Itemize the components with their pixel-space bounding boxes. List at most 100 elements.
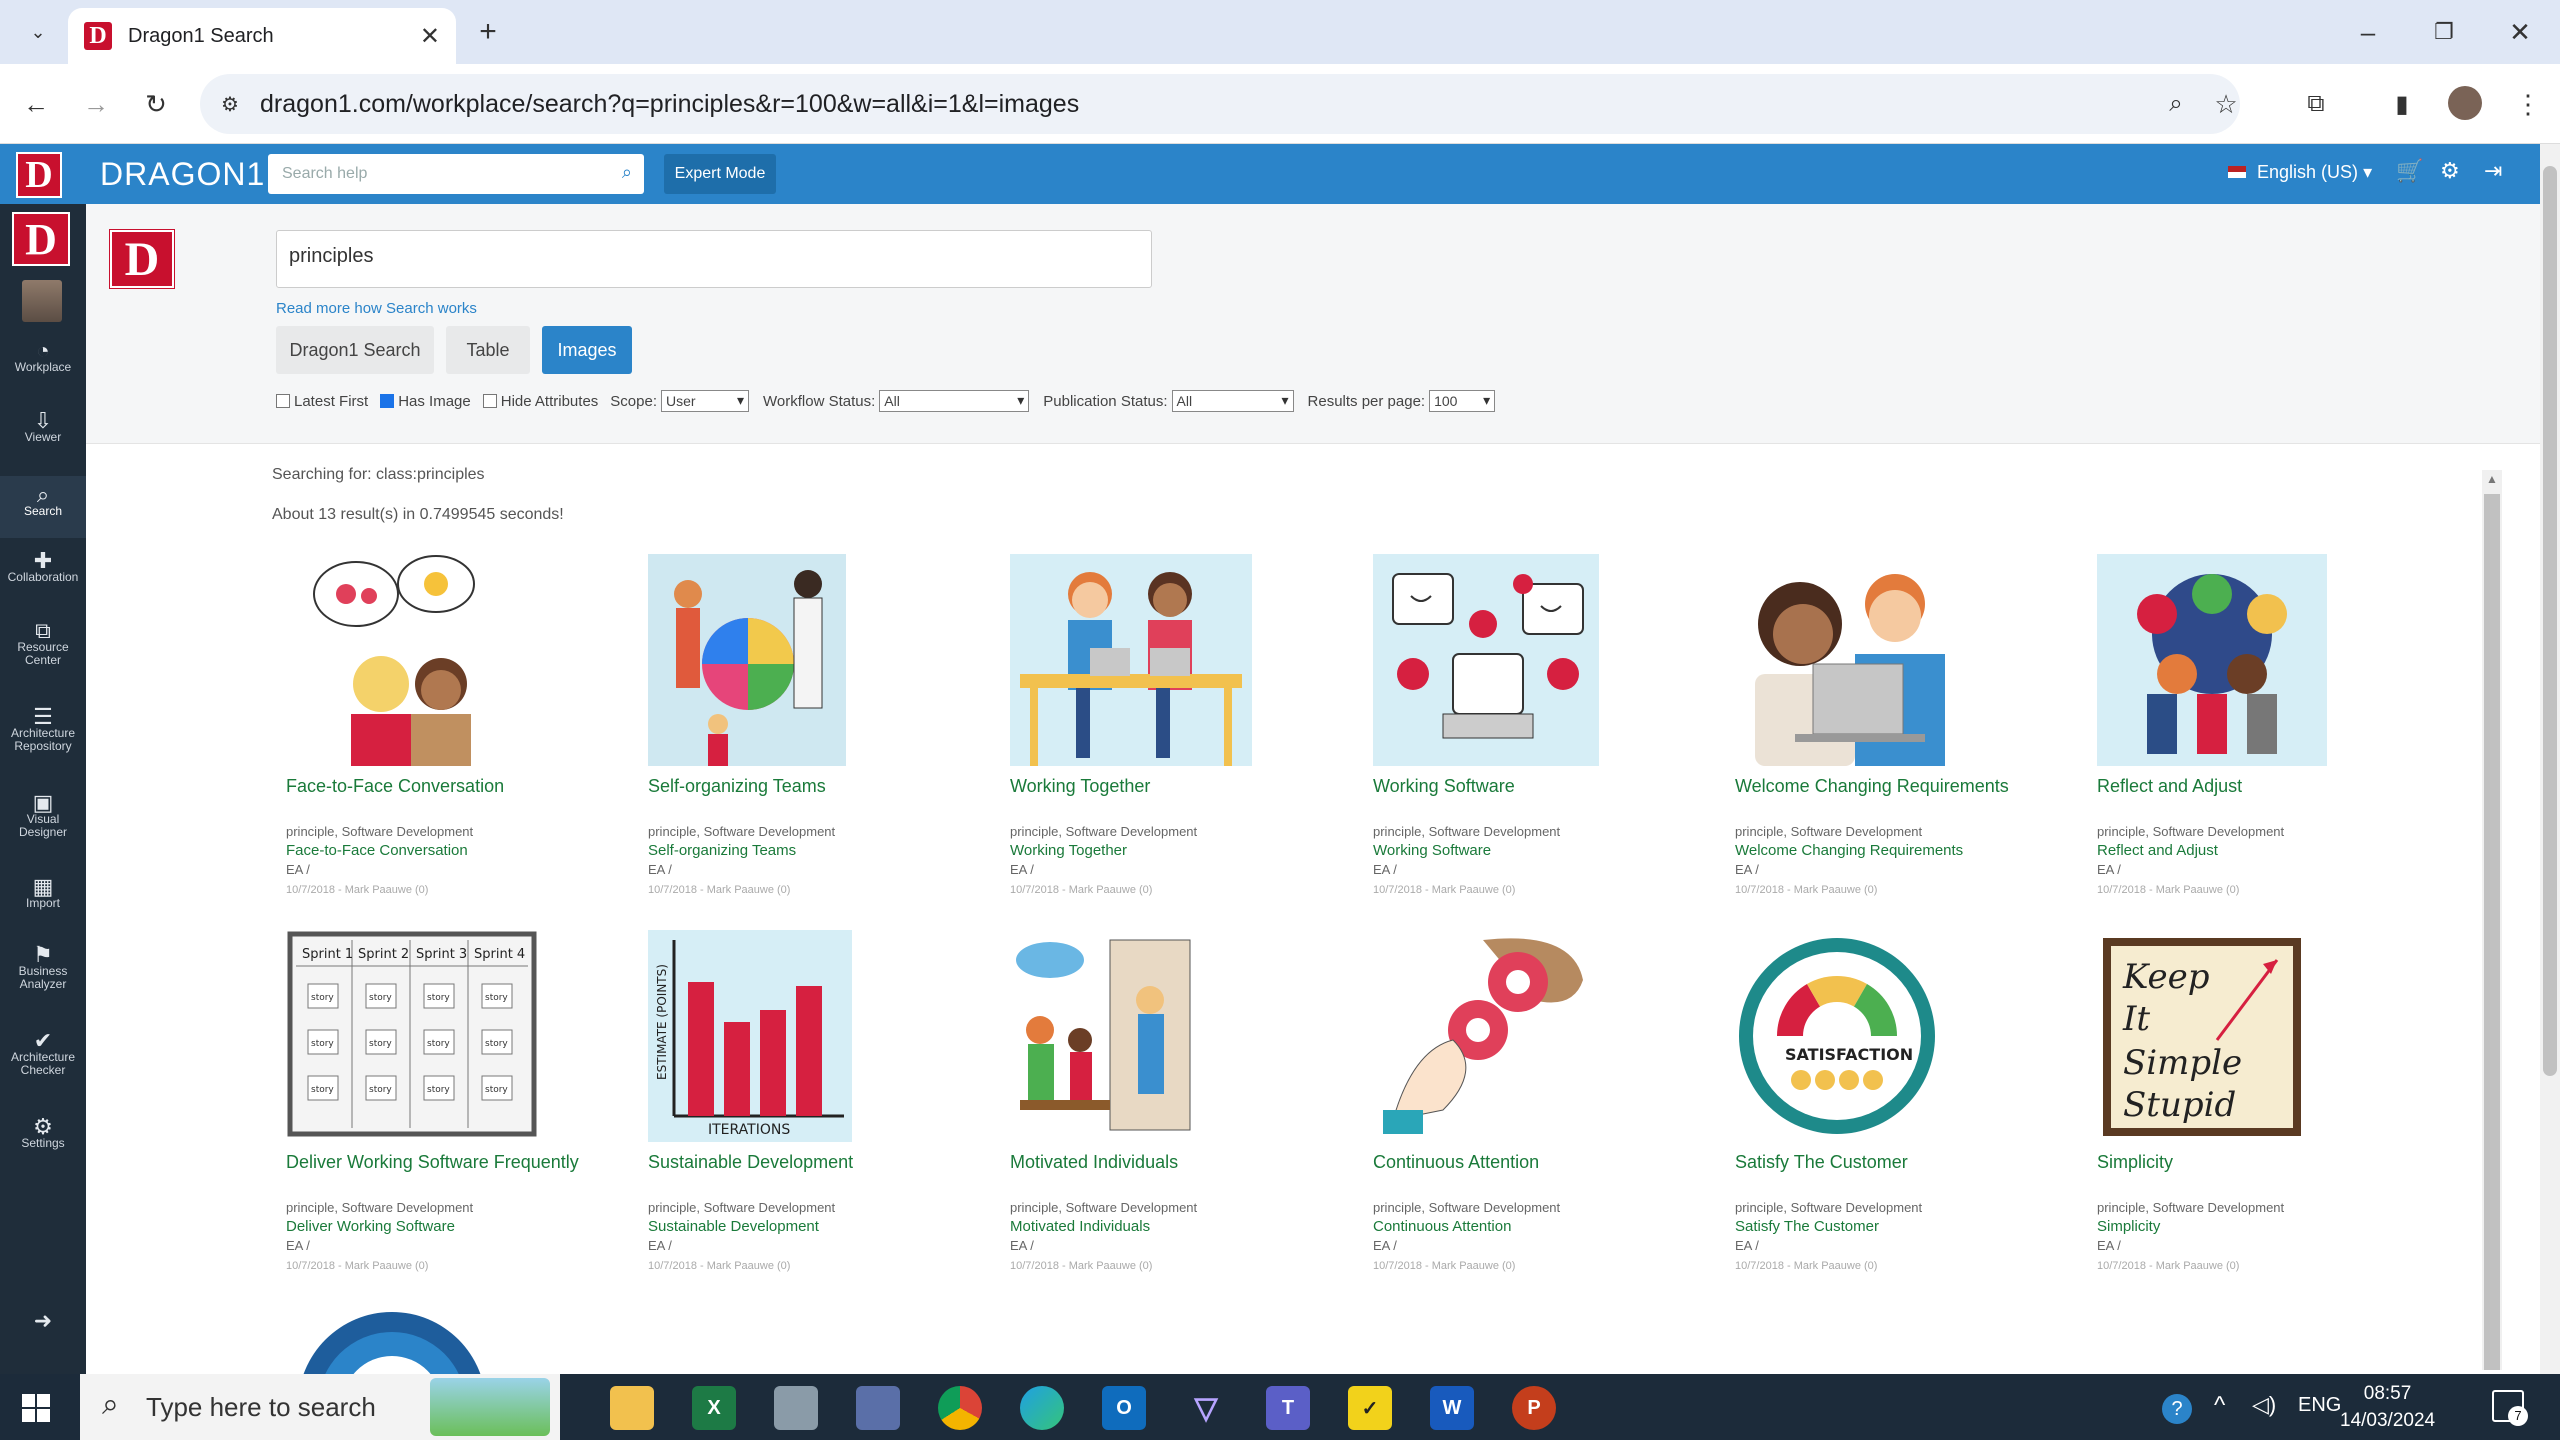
site-info-icon[interactable]: ⚙ [216, 90, 244, 118]
minimize-button[interactable]: – [2348, 12, 2388, 52]
new-tab-button[interactable]: + [470, 14, 506, 50]
result-title[interactable]: Motivated Individuals [1010, 1152, 1178, 1173]
sidebar-item-collaboration[interactable]: ✚ Collaboration [0, 550, 86, 584]
scroll-up-arrow[interactable]: ▲ [2484, 472, 2500, 490]
file-explorer-icon[interactable] [610, 1386, 654, 1430]
read-more-link[interactable]: Read more how Search works [276, 300, 477, 317]
outlook-icon[interactable]: O [1102, 1386, 1146, 1430]
result-link[interactable]: Working Together [1010, 842, 1127, 859]
side-panel-icon[interactable]: ▮ [2382, 84, 2422, 124]
sidebar-item-resource-center[interactable]: ⧉ Resource Center [0, 620, 86, 667]
todo-icon[interactable]: ✓ [1348, 1386, 1392, 1430]
result-title[interactable]: Face-to-Face Conversation [286, 776, 504, 797]
tab-search-button[interactable]: ⌄ [18, 12, 58, 52]
result-image[interactable] [1010, 930, 1200, 1142]
browser-menu-icon[interactable]: ⋮ [2508, 84, 2548, 124]
sidebar-item-settings[interactable]: ⚙ Settings [0, 1116, 86, 1150]
help-icon[interactable]: ? [2162, 1394, 2192, 1424]
tab-dragon1-search[interactable]: Dragon1 Search [276, 326, 434, 374]
result-image[interactable] [648, 554, 846, 766]
cart-icon[interactable]: 🛒 [2396, 158, 2423, 184]
vpn-icon[interactable]: ▽ [1184, 1386, 1228, 1430]
result-image[interactable]: Sprint 1 Sprint 2 Sprint 3 Sprint 4 stor… [286, 930, 538, 1142]
sidebar-item-visual-designer[interactable]: ▣ Visual Designer [0, 792, 86, 839]
sidebar-item-business-analyzer[interactable]: ⚑ Business Analyzer [0, 944, 86, 991]
profile-avatar[interactable] [2448, 86, 2482, 120]
sidebar-item-architecture-checker[interactable]: ✔ Architecture Checker [0, 1030, 86, 1077]
search-query-input[interactable]: principles [276, 230, 1152, 288]
result-link[interactable]: Motivated Individuals [1010, 1218, 1150, 1235]
result-title[interactable]: Working Together [1010, 776, 1150, 797]
sidebar-expand-button[interactable]: ➜ [0, 1310, 86, 1332]
language-selector[interactable]: English (US) ▾ [2228, 162, 2372, 183]
result-title[interactable]: Self-organizing Teams [648, 776, 826, 797]
bookmark-star-icon[interactable]: ☆ [2210, 88, 2242, 120]
input-language[interactable]: ENG [2298, 1394, 2341, 1417]
result-image[interactable] [286, 554, 516, 766]
user-avatar[interactable] [22, 280, 62, 322]
result-image[interactable]: SATISFACTION [1735, 930, 1939, 1142]
result-link[interactable]: Satisfy The Customer [1735, 1218, 1879, 1235]
result-title[interactable]: Satisfy The Customer [1735, 1152, 1908, 1173]
app-icon-generic-2[interactable] [856, 1386, 900, 1430]
sidebar-item-search[interactable]: ⌕ Search [0, 476, 86, 538]
results-scrollbar-thumb[interactable] [2484, 494, 2500, 1370]
tab-table[interactable]: Table [446, 326, 530, 374]
publication-status-select[interactable]: All [1171, 390, 1294, 412]
result-image-partial[interactable] [296, 1310, 488, 1374]
reload-button[interactable]: ↻ [136, 84, 176, 124]
dragon1-logo[interactable]: D [16, 152, 62, 198]
result-link[interactable]: Working Software [1373, 842, 1491, 859]
result-image[interactable]: ESTIMATE (POINTS) ITERATIONS [648, 930, 852, 1142]
help-search-input[interactable]: Search help ⌕ [268, 154, 644, 194]
result-link[interactable]: Continuous Attention [1373, 1218, 1511, 1235]
sidebar-logo[interactable]: D [12, 212, 70, 266]
app-icon-generic[interactable] [774, 1386, 818, 1430]
result-image[interactable] [1010, 554, 1252, 766]
result-image[interactable] [1735, 554, 1965, 766]
forward-button[interactable]: → [76, 84, 116, 124]
extensions-icon[interactable]: ⧉ [2296, 84, 2336, 124]
result-title[interactable]: Working Software [1373, 776, 1515, 797]
results-per-page-select[interactable]: 100 [1429, 390, 1496, 412]
zoom-icon[interactable]: ⌕ [2160, 88, 2192, 120]
sidebar-item-architecture-repository[interactable]: ☰ Architecture Repository [0, 706, 86, 753]
result-link[interactable]: Self-organizing Teams [648, 842, 796, 859]
workflow-status-select[interactable]: All [879, 390, 1030, 412]
result-title[interactable]: Welcome Changing Requirements [1735, 776, 2009, 797]
close-tab-icon[interactable]: ✕ [420, 22, 440, 51]
logout-icon[interactable]: ⇥ [2484, 158, 2502, 184]
powerpoint-icon[interactable]: P [1512, 1386, 1556, 1430]
sidebar-item-workplace[interactable]: ◔ Workplace [0, 340, 86, 374]
result-title[interactable]: Reflect and Adjust [2097, 776, 2242, 797]
expert-mode-button[interactable]: Expert Mode [664, 154, 776, 194]
result-link[interactable]: Simplicity [2097, 1218, 2160, 1235]
volume-icon[interactable]: ◁) [2252, 1392, 2276, 1418]
tab-images[interactable]: Images [542, 326, 632, 374]
result-link[interactable]: Deliver Working Software [286, 1218, 455, 1235]
result-image[interactable] [1373, 930, 1593, 1142]
tray-chevron-up-icon[interactable]: ^ [2214, 1392, 2225, 1420]
result-image[interactable] [1373, 554, 1599, 766]
taskbar-search-box[interactable]: ⌕ Type here to search [80, 1374, 560, 1440]
page-scrollbar-thumb[interactable] [2543, 166, 2557, 1076]
result-link[interactable]: Sustainable Development [648, 1218, 819, 1235]
url-bar[interactable]: ⚙ dragon1.com/workplace/search?q=princip… [200, 74, 2240, 134]
close-window-button[interactable]: ✕ [2500, 12, 2540, 52]
settings-gears-icon[interactable]: ⚙ [2440, 158, 2460, 184]
scope-select[interactable]: User [661, 390, 749, 412]
result-title[interactable]: Simplicity [2097, 1152, 2173, 1173]
result-link[interactable]: Welcome Changing Requirements [1735, 842, 1963, 859]
windows-start-icon[interactable] [22, 1394, 50, 1422]
browser-tab[interactable]: D Dragon1 Search ✕ [68, 8, 456, 64]
word-icon[interactable]: W [1430, 1386, 1474, 1430]
teams-icon[interactable]: T [1266, 1386, 1310, 1430]
result-title[interactable]: Sustainable Development [648, 1152, 853, 1173]
hide-attributes-checkbox[interactable] [482, 394, 497, 408]
chrome-icon[interactable] [938, 1386, 982, 1430]
system-clock[interactable]: 08:57 14/03/2024 [2340, 1380, 2435, 1434]
sidebar-item-import[interactable]: ▦ Import [0, 876, 86, 910]
excel-icon[interactable]: X [692, 1386, 736, 1430]
result-link[interactable]: Face-to-Face Conversation [286, 842, 468, 859]
has-image-checkbox[interactable] [380, 394, 395, 408]
